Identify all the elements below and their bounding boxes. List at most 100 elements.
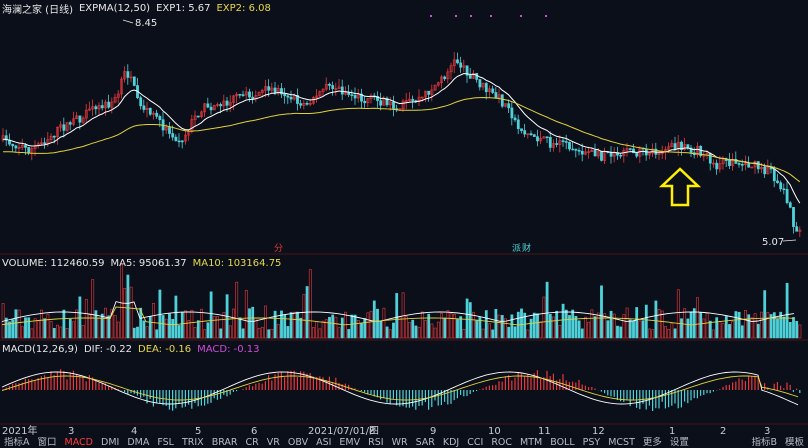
volume-bar <box>568 315 571 339</box>
volume-bar <box>747 314 751 339</box>
event-marker-dispatch: 派 <box>512 243 521 254</box>
volume-bar <box>420 311 424 339</box>
volume-bar <box>251 306 255 339</box>
tab-psy[interactable]: PSY <box>579 437 605 448</box>
tab-vr[interactable]: VR <box>263 437 284 448</box>
volume-bar <box>385 326 389 339</box>
price-panel[interactable] <box>1 15 802 237</box>
x-axis-label: 4 <box>131 426 137 437</box>
candle-body <box>174 136 178 142</box>
volume-bar <box>369 310 373 339</box>
macd-name[interactable]: MACD(12,26,9) <box>2 344 78 355</box>
tab-mcst[interactable]: MCST <box>604 437 639 448</box>
volume-bar <box>97 317 101 339</box>
volume-bar <box>446 310 450 339</box>
tab-sar[interactable]: SAR <box>412 437 439 448</box>
tab-rsi[interactable]: RSI <box>364 437 387 448</box>
tab-dmi[interactable]: DMI <box>97 437 123 448</box>
candle-body <box>209 106 213 111</box>
tab-boll[interactable]: BOLL <box>546 437 578 448</box>
volume-bar <box>580 328 584 339</box>
volume-bar <box>264 305 267 339</box>
tab-wr[interactable]: WR <box>388 437 412 448</box>
tab-mtm[interactable]: MTM <box>516 437 546 448</box>
ma10-value: MA10: 103164.75 <box>192 257 282 269</box>
volume-bar <box>24 317 27 339</box>
tab-cci[interactable]: CCI <box>463 437 487 448</box>
candle-body <box>593 149 597 157</box>
candle-body <box>251 96 255 100</box>
indicator-name[interactable]: EXPMA(12,50) <box>79 3 150 14</box>
tab-asi[interactable]: ASI <box>312 437 335 448</box>
candle-body <box>168 127 171 134</box>
tab-dma[interactable]: DMA <box>123 437 153 448</box>
volume-bar <box>651 329 655 339</box>
volume-bar <box>286 326 290 339</box>
x-axis-label: 3 <box>68 426 74 437</box>
volume-bar <box>529 318 533 339</box>
signal-marker <box>545 15 547 17</box>
macd-panel[interactable] <box>1 369 801 411</box>
volume-bar <box>680 318 683 339</box>
volume-bar <box>648 328 651 339</box>
volume-bar <box>241 328 245 339</box>
volume-bar <box>491 329 495 339</box>
volume-bar <box>436 321 440 339</box>
tab-brar[interactable]: BRAR <box>208 437 242 448</box>
volume-bar <box>408 322 411 339</box>
volume-bar <box>36 320 40 339</box>
tab-template[interactable]: 模板 <box>781 437 808 448</box>
volume-bar <box>536 313 539 339</box>
candle-body <box>523 130 527 135</box>
candle-body <box>443 76 447 80</box>
tab-emv[interactable]: EMV <box>335 437 364 448</box>
volume-bar <box>468 302 472 339</box>
tab-window[interactable]: 窗口 <box>34 437 61 448</box>
volume-bar <box>676 289 680 339</box>
tab-cr[interactable]: CR <box>242 437 263 448</box>
volume-bar <box>465 298 469 339</box>
volume-bar <box>417 326 421 339</box>
tab-fsl[interactable]: FSL <box>153 437 178 448</box>
candle-body <box>529 133 533 136</box>
tab-roc[interactable]: ROC <box>487 437 516 448</box>
volume-bar <box>740 325 744 339</box>
volume-bar <box>795 321 799 339</box>
volume-bar <box>616 325 619 339</box>
tab-obv[interactable]: OBV <box>284 437 312 448</box>
volume-bar <box>788 322 792 339</box>
signal-marker <box>455 15 457 17</box>
tab-settings[interactable]: 设置 <box>666 437 693 448</box>
volume-bar <box>334 316 338 339</box>
volume-bar <box>193 327 197 339</box>
tab-indicator-b[interactable]: 指标B <box>747 437 781 448</box>
candle-body <box>78 115 82 123</box>
volume-bar <box>46 314 50 339</box>
x-axis-label: 8 <box>369 426 375 437</box>
volume-bar <box>84 299 88 339</box>
candle-body <box>619 154 623 157</box>
tab-trix[interactable]: TRIX <box>178 437 208 448</box>
volume-bar <box>657 308 661 339</box>
volume-bar <box>424 320 427 339</box>
tab-more[interactable]: 更多 <box>639 437 666 448</box>
volume-value[interactable]: VOLUME: 112460.59 <box>2 258 105 269</box>
tab-indicator-a[interactable]: 指标A <box>0 437 34 448</box>
stock-chart[interactable]: 2021年 3 4 5 6 2021/07/01/四 8 9 10 11 12 … <box>0 0 808 448</box>
tab-macd[interactable]: MACD <box>61 437 97 448</box>
candle-body <box>171 133 175 138</box>
volume-bar <box>555 310 559 339</box>
candle-body <box>411 98 415 101</box>
candle-body <box>756 161 760 170</box>
volume-bar <box>513 326 517 339</box>
macd-value: MACD: -0.13 <box>197 343 260 355</box>
volume-bar <box>587 321 591 339</box>
volume-bar <box>670 323 674 339</box>
candle-body <box>126 71 130 78</box>
volume-panel[interactable] <box>1 263 802 339</box>
volume-bar <box>43 318 47 339</box>
volume-bar <box>312 327 315 339</box>
tab-kdj[interactable]: KDJ <box>439 437 463 448</box>
volume-bar <box>136 326 139 339</box>
volume-bar <box>382 307 386 339</box>
